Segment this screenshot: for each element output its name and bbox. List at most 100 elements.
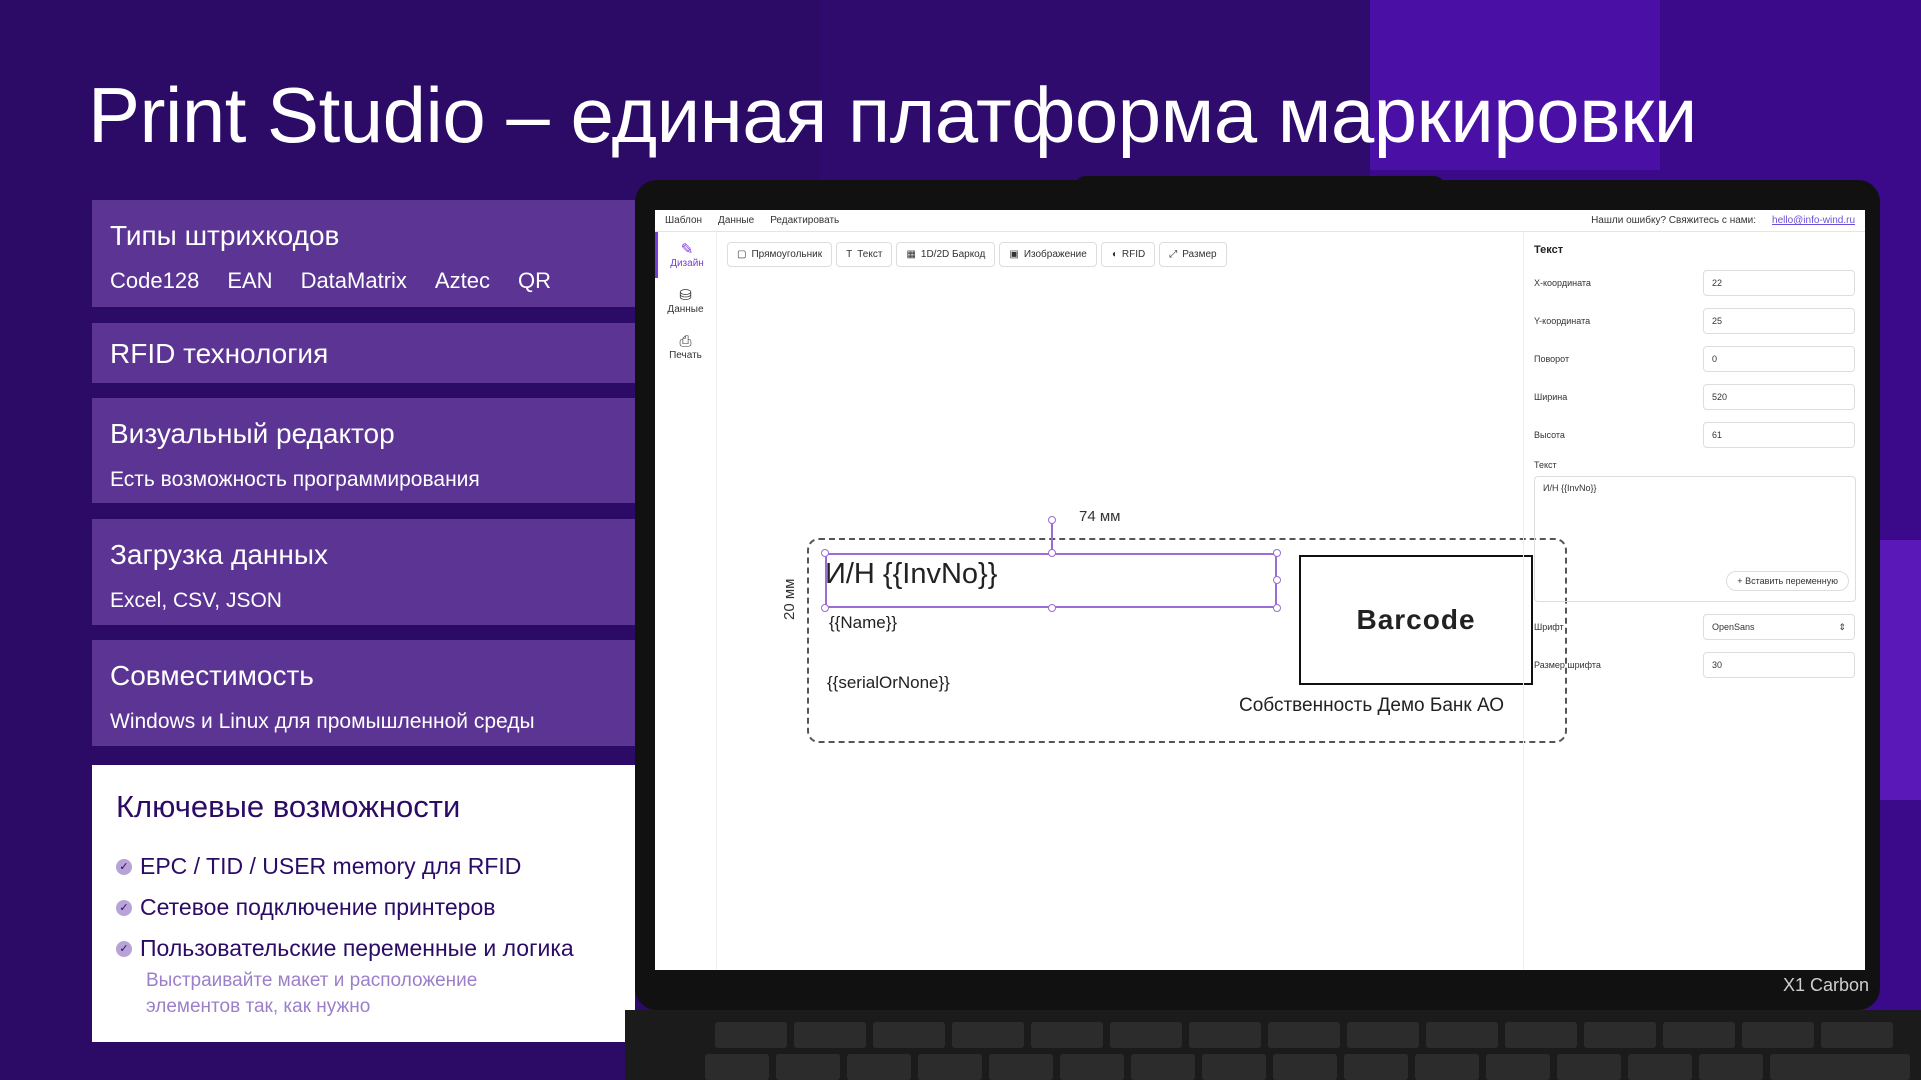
field-owner-text[interactable]: Собственность Демо Банк АО <box>1239 695 1504 717</box>
insert-variable-label: Вставить переменную <box>1745 576 1838 586</box>
resize-handle[interactable] <box>1048 549 1056 557</box>
tool-label: Размер <box>1182 249 1217 260</box>
camera-notch <box>1075 176 1445 198</box>
feature-note-line: элементов так, как нужно <box>146 995 371 1017</box>
menu-bar: Шаблон Данные Редактировать Нашли ошибку… <box>655 210 1865 232</box>
prop-row-height: Высота 61 <box>1534 416 1855 454</box>
feature-text: Пользовательские переменные и логика <box>140 935 574 961</box>
card-barcode-types: Типы штрихкодов Code128 EAN DataMatrix A… <box>92 200 635 307</box>
barcode-tool-button[interactable]: ▦ 1D/2D Баркод <box>896 242 996 267</box>
resize-handle[interactable] <box>1273 576 1281 584</box>
keyboard-key <box>1699 1054 1763 1080</box>
pencil-icon: ✎ <box>680 241 694 258</box>
rail-item-data[interactable]: ⛁ Данные <box>655 278 716 324</box>
tool-label: Текст <box>857 249 883 260</box>
card-subtitle: Windows и Linux для промышленной среды <box>110 710 535 733</box>
image-tool-button[interactable]: ▣ Изображение <box>999 242 1097 267</box>
keyboard-key <box>1742 1022 1814 1048</box>
keyboard-key <box>1770 1054 1910 1080</box>
keyboard-key <box>1060 1054 1124 1080</box>
resize-handle[interactable] <box>821 604 829 612</box>
feature-note: Выстраивайте макет и расположение элемен… <box>146 968 611 1019</box>
prop-label: Размер шрифта <box>1534 660 1601 670</box>
prop-row-width: Ширина 520 <box>1534 378 1855 416</box>
text-icon: T <box>846 249 853 260</box>
barcode-type-list: Code128 EAN DataMatrix Aztec QR <box>110 268 617 294</box>
prop-row-font: Шрифт OpenSans ⇕ <box>1534 608 1855 646</box>
keyboard-key <box>1202 1054 1266 1080</box>
card-rfid: RFID технология <box>92 323 635 383</box>
menu-item-template[interactable]: Шаблон <box>665 215 702 226</box>
keyboard-key <box>1347 1022 1419 1048</box>
rail-item-print[interactable]: ⎙ Печать <box>655 324 716 370</box>
key-features-list: ✓ EPC / TID / USER memory для RFID ✓ Сет… <box>116 853 611 962</box>
resize-handle[interactable] <box>1273 549 1281 557</box>
keyboard-key <box>1486 1054 1550 1080</box>
database-icon: ⛁ <box>679 287 692 304</box>
card-visual-editor: Визуальный редактор Есть возможность про… <box>92 398 635 503</box>
resize-handle[interactable] <box>1048 604 1056 612</box>
keyboard-key <box>1273 1054 1337 1080</box>
keyboard-key <box>952 1022 1024 1048</box>
card-title: Визуальный редактор <box>110 418 395 449</box>
barcode-type: DataMatrix <box>300 268 407 293</box>
rail-item-label: Печать <box>669 350 702 361</box>
x-coordinate-input[interactable]: 22 <box>1703 270 1855 296</box>
font-size-input[interactable]: 30 <box>1703 652 1855 678</box>
height-input[interactable]: 61 <box>1703 422 1855 448</box>
tool-label: RFID <box>1121 249 1146 260</box>
size-tool-button[interactable]: ⤢ Размер <box>1159 242 1227 267</box>
barcode-type: Code128 <box>110 268 200 293</box>
key-features-panel: Ключевые возможности ✓ EPC / TID / USER … <box>92 765 635 1042</box>
label-width-dimension: 74 мм <box>1079 508 1121 525</box>
resize-handle[interactable] <box>1273 604 1281 612</box>
design-canvas[interactable]: 74 мм 20 мм И/Н {{InvNo}} {{Name}} {{ser… <box>717 280 1567 970</box>
keyboard-key <box>1110 1022 1182 1048</box>
feature-note-line: Выстраивайте макет и расположение <box>146 970 478 991</box>
rectangle-icon: ▢ <box>737 249 747 260</box>
keyboard-key <box>794 1022 866 1048</box>
keyboard-key <box>1821 1022 1893 1048</box>
field-serial-text[interactable]: {{serialOrNone}} <box>827 673 950 693</box>
y-coordinate-input[interactable]: 25 <box>1703 308 1855 334</box>
keyboard-key <box>1584 1022 1656 1048</box>
text-content-textarea[interactable]: И/Н {{InvNo}} + Вставить переменную <box>1534 476 1856 602</box>
font-select[interactable]: OpenSans ⇕ <box>1703 614 1855 640</box>
card-subtitle: Есть возможность программирования <box>110 468 480 491</box>
card-subtitle: Excel, CSV, JSON <box>110 589 282 612</box>
keyboard-key <box>918 1054 982 1080</box>
tool-label: Прямоугольник <box>751 249 823 260</box>
keyboard-row <box>715 1022 1893 1048</box>
feature-text: EPC / TID / USER memory для RFID <box>140 853 522 879</box>
list-item: ✓ Сетевое подключение принтеров <box>116 894 611 921</box>
rotation-input[interactable]: 0 <box>1703 346 1855 372</box>
width-input[interactable]: 520 <box>1703 384 1855 410</box>
menu-item-data[interactable]: Данные <box>718 215 754 226</box>
keyboard-key <box>1663 1022 1735 1048</box>
insert-variable-button[interactable]: + Вставить переменную <box>1726 571 1849 591</box>
prop-row-y: Y-координата 25 <box>1534 302 1855 340</box>
keyboard-row <box>705 1054 1910 1080</box>
feature-text: Сетевое подключение принтеров <box>140 894 496 920</box>
rail-item-design[interactable]: ✎ Дизайн <box>655 232 716 278</box>
rotation-handle[interactable] <box>1048 516 1056 524</box>
feedback-email-link[interactable]: hello@info-wind.ru <box>1772 215 1855 226</box>
laptop-model-label: X1 Carbon <box>1783 975 1870 995</box>
field-invno-text[interactable]: И/Н {{InvNo}} <box>825 558 997 591</box>
label-height-dimension: 20 мм <box>781 578 798 620</box>
rfid-icon: ◖ <box>1110 249 1117 260</box>
prop-label: Шрифт <box>1534 622 1564 632</box>
text-tool-button[interactable]: T Текст <box>836 242 893 267</box>
keyboard-key <box>1628 1054 1692 1080</box>
check-icon: ✓ <box>116 858 132 875</box>
keyboard-key <box>705 1054 769 1080</box>
feedback-text: Нашли ошибку? Свяжитесь с нами: <box>1591 215 1757 226</box>
rfid-tool-button[interactable]: ◖ RFID <box>1100 242 1156 267</box>
rectangle-tool-button[interactable]: ▢ Прямоугольник <box>727 242 833 267</box>
font-select-value: OpenSans <box>1712 622 1755 632</box>
menu-item-edit[interactable]: Редактировать <box>770 215 839 226</box>
barcode-element[interactable]: Barcode <box>1299 555 1533 685</box>
resize-handle[interactable] <box>821 549 829 557</box>
keyboard-key <box>1415 1054 1479 1080</box>
field-name-text[interactable]: {{Name}} <box>829 613 897 633</box>
